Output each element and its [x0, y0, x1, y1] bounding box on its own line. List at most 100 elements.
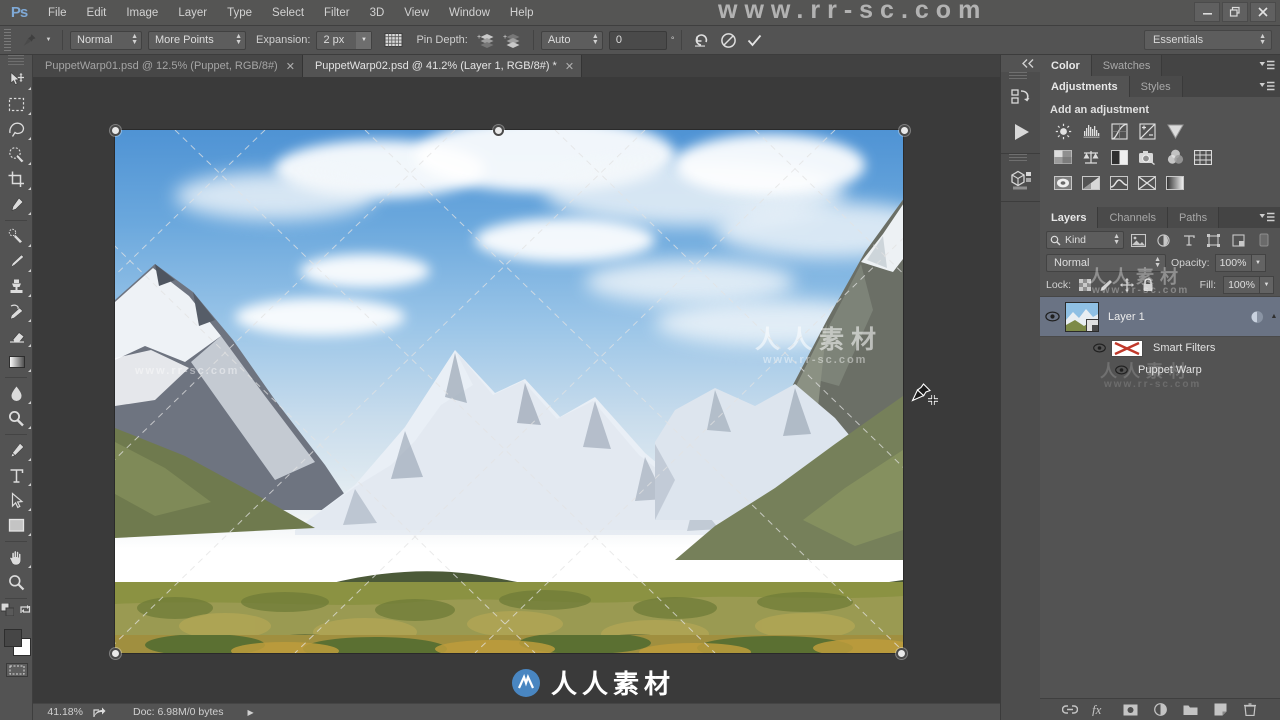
- tab-color[interactable]: Color: [1040, 55, 1092, 76]
- type-tool-flyout-icon[interactable]: [28, 483, 31, 486]
- lock-position-icon[interactable]: [1120, 277, 1135, 293]
- filter-shape-layers-icon[interactable]: [1203, 231, 1224, 250]
- tool-preset-chevron-down-icon[interactable]: ▼: [42, 37, 55, 43]
- threshold-adjustment-icon[interactable]: [1108, 173, 1130, 193]
- restore-button[interactable]: [1222, 2, 1248, 22]
- lasso-tool[interactable]: [0, 117, 33, 142]
- mode-select[interactable]: Normal ▲ ▼: [70, 30, 142, 50]
- tab-adjustments[interactable]: Adjustments: [1040, 76, 1130, 97]
- filter-mask-red-x-icon[interactable]: [1111, 339, 1143, 357]
- layer-name[interactable]: Layer 1: [1099, 311, 1246, 323]
- crop-tool[interactable]: [0, 167, 33, 192]
- rectangular-marquee-tool[interactable]: [0, 92, 33, 117]
- pin-icon[interactable]: [16, 29, 42, 51]
- hue-saturation-adjustment-icon[interactable]: [1052, 147, 1074, 167]
- blur-tool[interactable]: [0, 381, 33, 406]
- delete-layer-icon[interactable]: [1242, 702, 1258, 718]
- close-icon[interactable]: ✕: [565, 60, 574, 73]
- smart-filters-row[interactable]: Smart Filters: [1040, 337, 1280, 359]
- adjustments-panel-menu-icon[interactable]: [1259, 76, 1275, 97]
- add-layer-mask-icon[interactable]: [1122, 702, 1138, 718]
- properties-3d-panel-icon[interactable]: [1001, 163, 1041, 197]
- smart-filter-badge-icon[interactable]: [1246, 310, 1268, 324]
- type-tool[interactable]: [0, 463, 33, 488]
- eye-icon[interactable]: [1040, 311, 1065, 322]
- black-white-adjustment-icon[interactable]: [1108, 147, 1130, 167]
- foreground-color-swatch[interactable]: [4, 629, 22, 647]
- path-selection-tool-flyout-icon[interactable]: [28, 508, 31, 511]
- blur-tool-flyout-icon[interactable]: [28, 401, 31, 404]
- menu-image[interactable]: Image: [116, 0, 168, 26]
- menu-layer[interactable]: Layer: [168, 0, 217, 26]
- brush-tool[interactable]: [0, 249, 33, 274]
- layer-thumbnail[interactable]: [1065, 301, 1099, 332]
- history-brush-tool[interactable]: [0, 299, 33, 324]
- filter-adjustment-layers-icon[interactable]: [1153, 231, 1174, 250]
- opacity-chevron-down-icon[interactable]: ▼: [1251, 254, 1266, 272]
- expansion-chevron-down-icon[interactable]: ▼: [356, 31, 372, 49]
- canvas-area[interactable]: 人人素材 www.rr-sc.com www.rr-sc.com 人人素材: [33, 77, 1000, 703]
- pen-tool[interactable]: [0, 438, 33, 463]
- new-group-icon[interactable]: [1182, 702, 1198, 718]
- pin-depth-forward-icon[interactable]: +: [474, 29, 500, 51]
- menu-filter[interactable]: Filter: [314, 0, 360, 26]
- posterize-adjustment-icon[interactable]: [1080, 173, 1102, 193]
- clone-stamp-tool-flyout-icon[interactable]: [28, 294, 31, 297]
- swap-colors-icon[interactable]: [19, 603, 32, 619]
- list-item[interactable]: Puppet Warp: [1040, 359, 1280, 381]
- quick-mask-icon[interactable]: [0, 660, 33, 680]
- close-icon[interactable]: ✕: [286, 60, 295, 73]
- menu-3d[interactable]: 3D: [360, 0, 395, 26]
- table-row[interactable]: Layer 1 ▲: [1040, 297, 1280, 337]
- menu-file[interactable]: File: [38, 0, 77, 26]
- expand-triangle-icon[interactable]: ▲: [1268, 313, 1280, 320]
- gradient-tool-flyout-icon[interactable]: [28, 369, 31, 372]
- menu-type[interactable]: Type: [217, 0, 262, 26]
- filter-smart-object-layers-icon[interactable]: [1228, 231, 1249, 250]
- rail-group-grip[interactable]: [1001, 72, 1040, 81]
- photo-filter-adjustment-icon[interactable]: [1136, 147, 1158, 167]
- clone-stamp-tool[interactable]: [0, 274, 33, 299]
- close-button[interactable]: [1250, 2, 1276, 22]
- eraser-tool[interactable]: [0, 324, 33, 349]
- tab-paths[interactable]: Paths: [1167, 207, 1220, 228]
- link-layers-icon[interactable]: [1062, 702, 1078, 718]
- pin-depth-backward-icon[interactable]: +: [500, 29, 526, 51]
- new-layer-icon[interactable]: [1212, 702, 1228, 718]
- minimize-button[interactable]: [1194, 2, 1220, 22]
- marquee-tool-flyout-icon[interactable]: [28, 112, 31, 115]
- document-tab-puppetwarp01[interactable]: PuppetWarp01.psd @ 12.5% (Puppet, RGB/8#…: [33, 55, 303, 77]
- move-tool[interactable]: [0, 67, 33, 92]
- quick-selection-tool-flyout-icon[interactable]: [28, 162, 31, 165]
- selective-color-adjustment-icon[interactable]: [1136, 173, 1158, 193]
- reset-icon[interactable]: [689, 29, 715, 51]
- gradient-map-adjustment-icon[interactable]: [1164, 173, 1186, 193]
- filter-pixel-layers-icon[interactable]: [1128, 231, 1149, 250]
- mesh-grid-icon[interactable]: [380, 29, 406, 51]
- smart-filter-name[interactable]: Puppet Warp: [1132, 364, 1202, 376]
- pin-bottom-right[interactable]: [896, 648, 907, 659]
- brush-tool-flyout-icon[interactable]: [28, 269, 31, 272]
- tools-panel-grip[interactable]: [0, 55, 32, 67]
- tab-swatches[interactable]: Swatches: [1091, 55, 1163, 76]
- layer-style-fx-icon[interactable]: fx: [1092, 702, 1108, 718]
- exposure-adjustment-icon[interactable]: [1136, 121, 1158, 141]
- expansion-input[interactable]: 2 px ▼: [316, 30, 373, 50]
- share-icon[interactable]: [89, 706, 109, 718]
- rotate-select[interactable]: Auto ▲ ▼: [540, 30, 603, 50]
- zoom-tool[interactable]: [0, 570, 33, 595]
- filter-toggle-icon[interactable]: [1253, 231, 1274, 250]
- dodge-tool-flyout-icon[interactable]: [28, 426, 31, 429]
- commit-checkmark-icon[interactable]: [741, 29, 767, 51]
- vibrance-adjustment-icon[interactable]: [1164, 121, 1186, 141]
- menu-window[interactable]: Window: [439, 0, 500, 26]
- layer-filter-kind-select[interactable]: Kind ▲ ▼: [1046, 231, 1124, 249]
- fill-chevron-down-icon[interactable]: ▼: [1260, 276, 1274, 294]
- hand-tool-flyout-icon[interactable]: [28, 565, 31, 568]
- lock-all-icon[interactable]: [1141, 277, 1155, 293]
- tab-channels[interactable]: Channels: [1098, 207, 1168, 228]
- density-select[interactable]: More Points ▲ ▼: [148, 30, 246, 50]
- workspace-select[interactable]: Essentials ▲ ▼: [1144, 30, 1272, 50]
- actions-panel-icon[interactable]: [1001, 115, 1041, 149]
- rectangle-shape-tool-flyout-icon[interactable]: [28, 533, 31, 536]
